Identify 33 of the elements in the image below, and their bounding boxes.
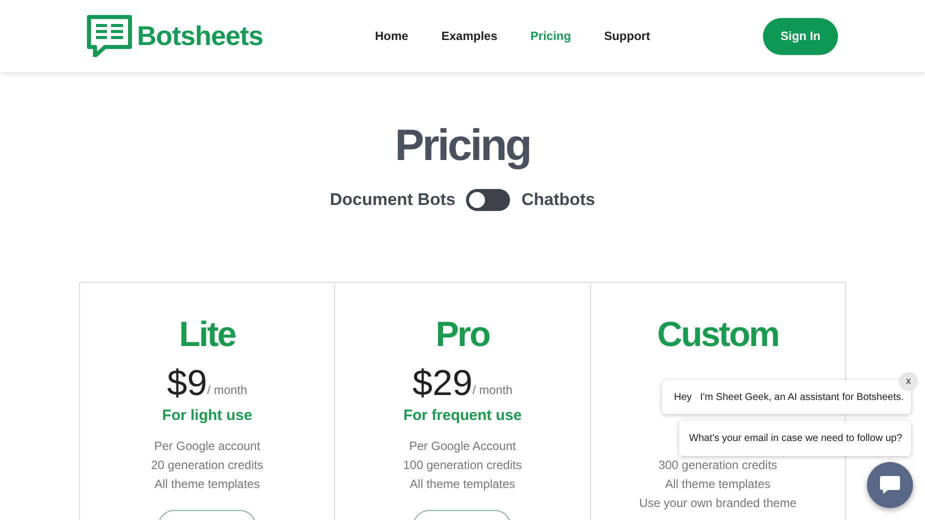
chat-button[interactable] [867, 462, 913, 508]
plan-tagline: For light use [162, 406, 252, 426]
brand-name: Botsheets [137, 20, 264, 53]
sign-in-button[interactable]: Sign In [763, 18, 838, 54]
plan-price: $29 [412, 362, 473, 402]
plan-feature: 100 generation credits [403, 457, 522, 474]
logo-icon [87, 15, 132, 57]
toggle-label: Chatbots [521, 189, 596, 211]
plan-price: $9 [167, 362, 208, 402]
plan-tagline: For frequent use [403, 406, 522, 426]
page-title: Pricing [394, 120, 530, 172]
chat-bubble-icon [879, 475, 901, 495]
toggle-switch[interactable] [466, 188, 510, 211]
plan-name: Pro [436, 314, 490, 354]
plan-feature: All theme templates [665, 476, 770, 492]
nav-link[interactable]: Pricing [530, 27, 572, 45]
plan-feature: Per Google Account [409, 438, 516, 455]
chat-message: What's your email in case we need to follow up? [679, 421, 911, 456]
plan-feature: Per Google account [154, 438, 260, 455]
plan-name: Custom [657, 314, 778, 354]
plan-name: Lite [179, 314, 236, 354]
close-button[interactable]: x [899, 372, 918, 391]
nav-link[interactable]: Home [375, 27, 408, 45]
price-period: / month [207, 382, 248, 398]
plan-feature: All theme templates [154, 476, 260, 493]
nav-link[interactable]: Support [604, 27, 650, 45]
plan-feature: All theme templates [410, 476, 516, 493]
plan-feature: 300 generation credits [658, 456, 778, 474]
price-period: / month [472, 382, 513, 398]
toggle-label: Document Bots [330, 189, 456, 211]
nav-link[interactable]: Examples [441, 27, 498, 45]
plan-feature: Use your own branded theme [639, 494, 797, 512]
plan-feature: 20 generation credits [151, 457, 264, 474]
